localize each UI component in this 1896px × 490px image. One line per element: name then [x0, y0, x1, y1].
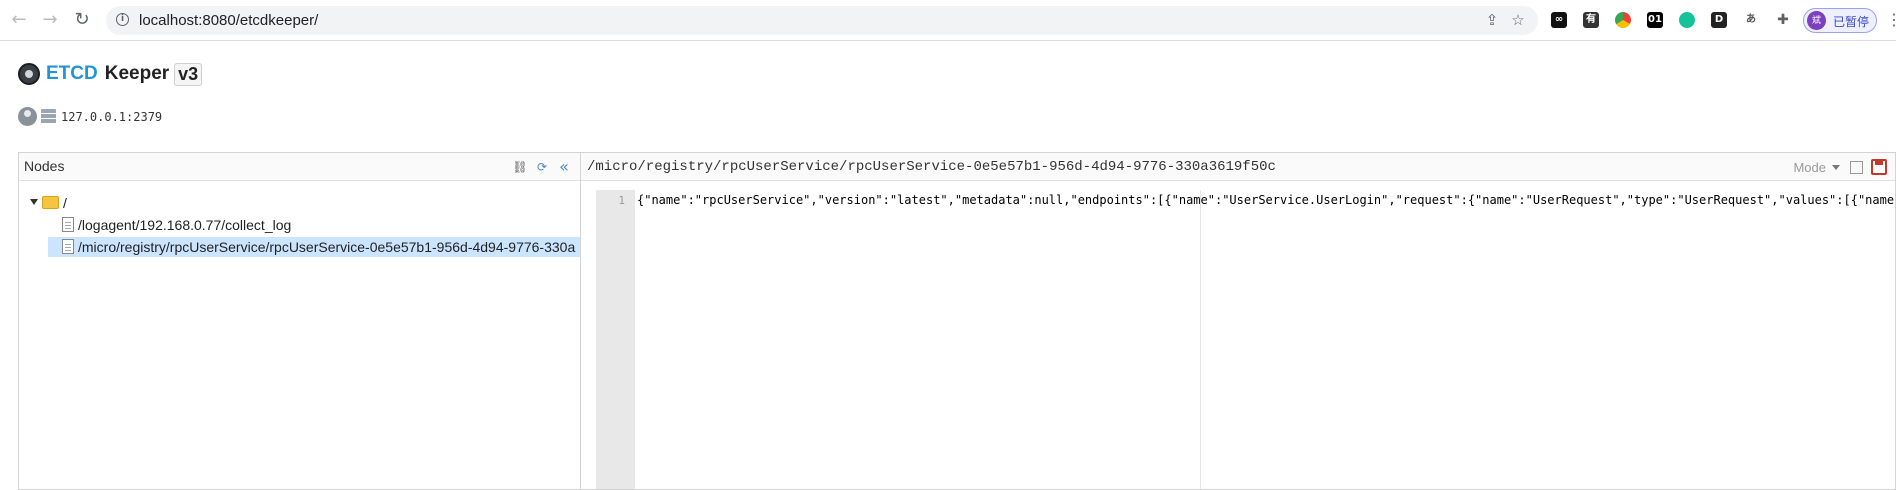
tree-node-selected[interactable]: /micro/registry/rpcUserService/rpcUserSe… — [27, 237, 580, 259]
tree-node-root[interactable]: / — [27, 193, 580, 215]
tree-node[interactable]: /logagent/192.168.0.77/collect_log — [27, 215, 580, 237]
01-icon[interactable]: 01 — [1647, 12, 1663, 28]
file-icon — [62, 239, 74, 254]
node-label[interactable]: /logagent/192.168.0.77/collect_log — [78, 217, 291, 233]
editor-panel-header: /micro/registry/rpcUserService/rpcUserSe… — [581, 153, 1895, 181]
nodes-panel: Nodes ⛓ ⟳ « / /logagent/192.168.0.77/col… — [18, 152, 581, 490]
collapse-icon[interactable]: « — [556, 159, 572, 175]
code-line[interactable]: {"name":"rpcUserService","version":"late… — [637, 193, 1895, 207]
key-path: /micro/registry/rpcUserService/rpcUserSe… — [587, 159, 1276, 175]
translate-icon[interactable]: あ — [1743, 12, 1759, 28]
mode-select[interactable]: Mode — [1793, 160, 1826, 175]
etcd-logo-icon — [18, 63, 40, 85]
title-etcd: ETCD — [46, 63, 98, 84]
server-address[interactable]: 127.0.0.1:2379 — [61, 110, 162, 124]
browser-menu-icon[interactable]: ⋮ — [1886, 10, 1896, 30]
profile-status-label: 已暂停 — [1833, 15, 1870, 29]
folder-icon — [42, 196, 59, 209]
share-icon[interactable]: ⇪ — [1483, 11, 1501, 29]
site-info-icon[interactable]: i — [116, 13, 129, 26]
server-icon[interactable] — [41, 109, 56, 124]
app-title: ETCD Keeper v3 — [18, 60, 203, 88]
save-icon[interactable] — [1871, 159, 1887, 175]
back-arrow-icon[interactable]: ← — [8, 9, 30, 31]
version-badge[interactable]: v3 — [174, 62, 203, 86]
mode-controls: Mode — [1793, 159, 1887, 175]
chevron-down-icon[interactable] — [1832, 164, 1840, 170]
youdao-icon[interactable]: 有 — [1583, 12, 1599, 28]
server-info: 127.0.0.1:2379 — [18, 107, 162, 126]
title-keeper: Keeper — [104, 63, 170, 84]
nodes-panel-header: Nodes ⛓ ⟳ « — [19, 153, 580, 181]
profile-button[interactable]: 斌 已暂停 — [1803, 8, 1877, 33]
nodes-panel-title: Nodes — [24, 158, 65, 174]
infinity-icon[interactable]: ∞ — [1551, 12, 1567, 28]
node-label[interactable]: /micro/registry/rpcUserService/rpcUserSe… — [78, 239, 580, 255]
d-icon[interactable]: D — [1711, 12, 1727, 28]
editor-gutter: 1 — [596, 190, 635, 489]
editor-panel: /micro/registry/rpcUserService/rpcUserSe… — [581, 152, 1896, 490]
address-bar[interactable]: i localhost:8080/etcdkeeper/ ⇪ ☆ — [106, 6, 1538, 35]
grammarly-icon[interactable] — [1679, 12, 1695, 28]
url-text[interactable]: localhost:8080/etcdkeeper/ — [139, 12, 318, 29]
puzzle-icon[interactable]: ✚ — [1775, 12, 1791, 28]
bookmark-star-icon[interactable]: ☆ — [1509, 11, 1527, 29]
node-tree: / /logagent/192.168.0.77/collect_log /mi… — [27, 193, 580, 259]
tree-tools: ⛓ ⟳ « — [512, 159, 572, 175]
new-key-icon[interactable] — [1850, 160, 1863, 174]
expander-icon[interactable] — [30, 199, 38, 205]
refresh-icon[interactable]: ⟳ — [534, 159, 550, 175]
forward-arrow-icon[interactable]: → — [39, 9, 61, 31]
code-editor[interactable]: {"name":"rpcUserService","version":"late… — [637, 190, 1895, 489]
browser-toolbar: ← → ↻ i localhost:8080/etcdkeeper/ ⇪ ☆ ∞… — [0, 0, 1896, 41]
profile-avatar: 斌 — [1807, 11, 1826, 30]
file-icon — [62, 217, 74, 232]
node-label[interactable]: / — [63, 195, 67, 211]
chrome-color-icon[interactable] — [1615, 12, 1631, 28]
user-icon[interactable] — [18, 107, 37, 126]
tree-structure-icon[interactable]: ⛓ — [512, 159, 528, 175]
reload-icon[interactable]: ↻ — [71, 9, 93, 31]
line-number: 1 — [618, 194, 625, 207]
